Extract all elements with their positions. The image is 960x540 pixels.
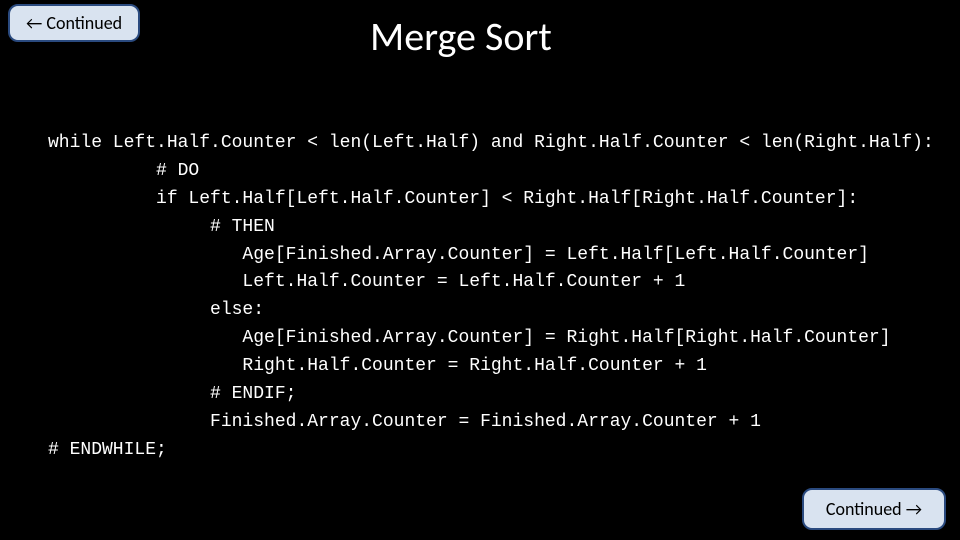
slide: ← Continued Merge Sort while Left.Half.C… — [0, 0, 960, 540]
slide-title: Merge Sort — [370, 12, 552, 61]
code-line: if Left.Half[Left.Half.Counter] < Right.… — [48, 189, 858, 209]
code-line: # ENDWHILE; — [48, 440, 167, 460]
continued-next-label: Continued — [826, 498, 902, 520]
arrow-left-icon: ← — [26, 12, 42, 34]
code-line: # THEN — [48, 217, 275, 237]
code-block: while Left.Half.Counter < len(Left.Half)… — [48, 130, 934, 465]
code-line: Age[Finished.Array.Counter] = Right.Half… — [48, 328, 891, 348]
code-line: # ENDIF; — [48, 384, 296, 404]
code-line: Finished.Array.Counter = Finished.Array.… — [48, 412, 761, 432]
code-line: Left.Half.Counter = Left.Half.Counter + … — [48, 272, 685, 292]
continued-next-button[interactable]: Continued → — [802, 488, 946, 530]
code-line: while Left.Half.Counter < len(Left.Half)… — [48, 133, 934, 153]
continued-prev-label: Continued — [46, 12, 122, 34]
continued-prev-button[interactable]: ← Continued — [8, 4, 140, 42]
code-line: else: — [48, 300, 264, 320]
code-line: Age[Finished.Array.Counter] = Left.Half[… — [48, 245, 869, 265]
code-line: Right.Half.Counter = Right.Half.Counter … — [48, 356, 707, 376]
arrow-right-icon: → — [906, 498, 922, 520]
code-line: # DO — [48, 161, 199, 181]
